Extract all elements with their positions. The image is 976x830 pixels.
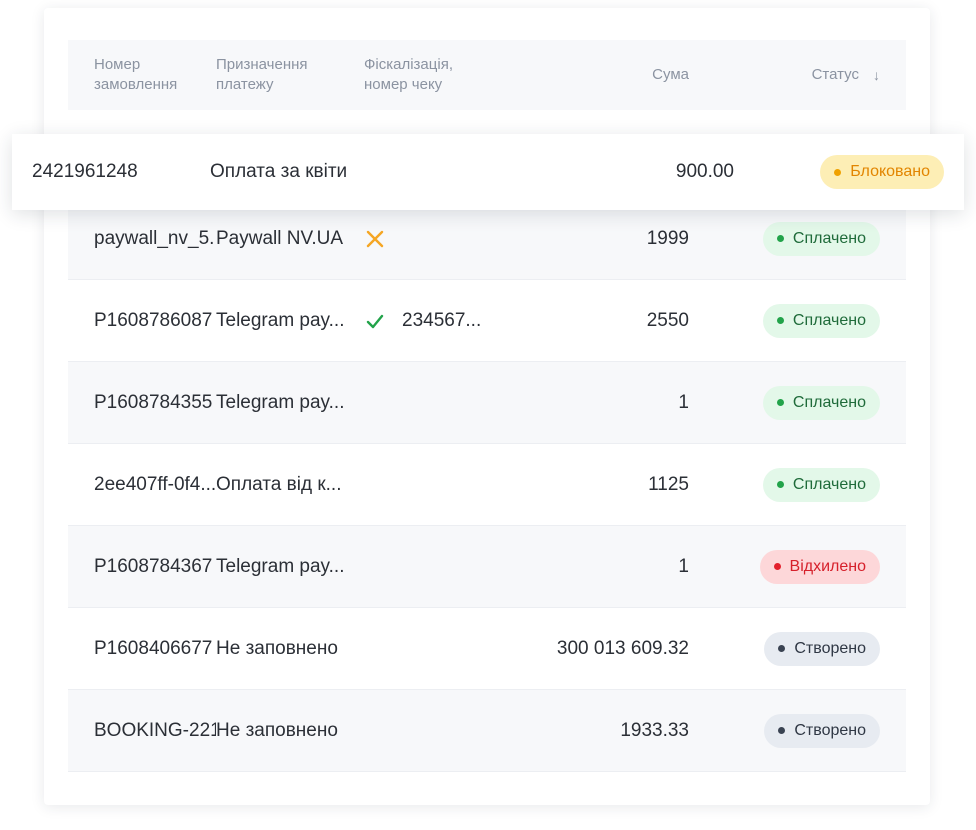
cell-sum: 2550 (646, 309, 689, 331)
cell-sum: 1 (678, 391, 689, 413)
cross-icon (364, 228, 386, 250)
cell-payment-purpose: Не заповнено (216, 719, 338, 741)
cell-payment-purpose: Telegram pay... (216, 309, 345, 331)
check-icon (364, 310, 386, 332)
cell-status: Сплачено (689, 385, 906, 420)
header-payment-purpose: Призначення платежу (216, 56, 308, 93)
table-header: Номер замовлення Призначення платежу Фіс… (68, 40, 906, 110)
status-dot-icon (776, 317, 784, 324)
status-label: Створено (794, 721, 866, 739)
status-dot-icon (776, 235, 784, 242)
cell-order-number: P1608786087 (94, 309, 213, 331)
cell-payment-purpose: Оплата за квіти (210, 161, 348, 182)
cell-sum: 1999 (646, 227, 689, 249)
cell-status: Створено (689, 631, 906, 666)
cell-sum: 1933.33 (620, 719, 689, 741)
sort-desc-arrow-icon[interactable]: ↓ (873, 65, 880, 85)
cell-sum: 1 (678, 555, 689, 577)
status-label: Сплачено (792, 393, 866, 411)
cell-status: Сплачено (689, 221, 906, 256)
status-badge: Сплачено (762, 467, 880, 502)
status-badge: Блоковано (820, 155, 944, 189)
cell-order-number: P1608784367 (94, 555, 213, 577)
cell-order-number: P1608406677 (94, 637, 213, 659)
status-dot-icon (776, 399, 784, 406)
highlighted-table-row[interactable]: 2421961248 Оплата за квіти 900.00 Блоков… (12, 134, 964, 210)
cell-order-number: paywall_nv_5... (94, 227, 216, 249)
status-badge: Сплачено (762, 385, 880, 420)
table-body: paywall_nv_5... Paywall NV.UA 1999 Сплачено… (68, 198, 906, 772)
header-status[interactable]: Статус ↓ (689, 65, 906, 85)
header-status-label: Статус (811, 66, 859, 83)
status-badge: Відхилено (759, 549, 880, 584)
table-row[interactable]: P1608784367 Telegram pay... 1 Відхилено (68, 526, 906, 608)
cell-status: Сплачено (689, 303, 906, 338)
cell-payment-purpose: Paywall NV.UA (216, 227, 344, 249)
status-label: Сплачено (792, 229, 866, 247)
cell-fiscalization (364, 228, 529, 250)
cell-order-number: BOOKING-221 (94, 719, 216, 741)
header-order-number: Номер замовлення (94, 56, 178, 93)
header-fiscalization: Фіскалізація, номер чеку (364, 56, 453, 93)
cell-sum: 900.00 (675, 161, 734, 182)
status-badge: Створено (764, 631, 880, 666)
cell-order-number: 2421961248 (32, 161, 138, 182)
table-row[interactable]: 2ee407ff-0f4... Оплата від к... 1125 Сплаче… (68, 444, 906, 526)
status-label: Сплачено (792, 475, 866, 493)
status-label: Відхилено (789, 557, 866, 575)
cell-status: Відхилено (689, 549, 906, 584)
status-dot-icon (778, 645, 786, 652)
cell-status: Сплачено (689, 467, 906, 502)
table-row[interactable]: P1608786087 Telegram pay... 234567... 2550 С… (68, 280, 906, 362)
cell-payment-purpose: Telegram pay... (216, 555, 345, 577)
status-label: Блоковано (850, 163, 930, 180)
status-label: Сплачено (792, 311, 866, 329)
status-dot-icon (834, 168, 842, 176)
cell-status: Блоковано (734, 155, 964, 189)
table-row[interactable]: BOOKING-221 Не заповнено 1933.33 Створено (68, 690, 906, 772)
status-dot-icon (776, 481, 784, 488)
status-badge: Сплачено (762, 221, 880, 256)
cell-status: Створено (689, 713, 906, 748)
status-badge: Створено (764, 713, 880, 748)
status-label: Створено (794, 639, 866, 657)
cell-sum: 300 013 609.32 (556, 637, 689, 659)
status-dot-icon (778, 727, 786, 734)
header-sum: Сума (652, 66, 689, 83)
fiscal-receipt-number: 234567... (402, 309, 482, 331)
cell-order-number: 2ee407ff-0f4... (94, 473, 216, 495)
cell-payment-purpose: Оплата від к... (216, 473, 342, 495)
cell-sum: 1125 (648, 473, 689, 495)
table-row[interactable]: paywall_nv_5... Paywall NV.UA 1999 Сплачено (68, 198, 906, 280)
cell-fiscalization: 234567... (364, 310, 529, 332)
table-row[interactable]: P1608406677 Не заповнено 300 013 609.32 Ств… (68, 608, 906, 690)
table-row[interactable]: P1608784355 Telegram pay... 1 Сплачено (68, 362, 906, 444)
cell-payment-purpose: Не заповнено (216, 637, 338, 659)
status-dot-icon (773, 563, 781, 570)
cell-order-number: P1608784355 (94, 391, 213, 413)
cell-payment-purpose: Telegram pay... (216, 391, 345, 413)
status-badge: Сплачено (762, 303, 880, 338)
